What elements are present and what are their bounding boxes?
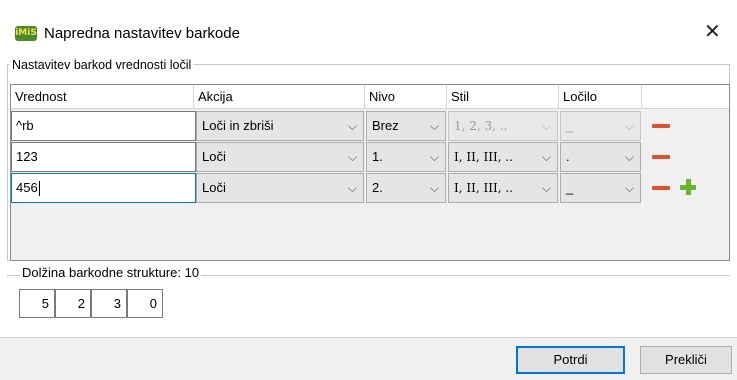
chevron-down-icon: ⌵: [541, 119, 551, 133]
table-row: 456 Loči ⌵ 2. ⌵ I, II, III, .. ⌵ _ ⌵: [11, 171, 729, 203]
chevron-down-icon: ⌵: [624, 181, 634, 195]
app-logo-icon: iMiS: [15, 26, 37, 41]
akcija-select-value: Loči: [202, 180, 226, 195]
length-value-field[interactable]: 2: [55, 289, 91, 318]
dialog-footer: [0, 338, 737, 380]
chevron-down-icon: ⌵: [347, 119, 357, 133]
locilo-select-value: .: [566, 149, 570, 164]
column-header-vrednost[interactable]: Vrednost: [11, 85, 194, 109]
akcija-select[interactable]: Loči ⌵: [196, 142, 364, 172]
remove-row-minus-icon[interactable]: [652, 186, 670, 190]
stil-select-value: I, II, III, ..: [454, 150, 513, 164]
vrednost-input[interactable]: 456: [11, 173, 196, 203]
add-row-plus-icon[interactable]: [680, 179, 696, 195]
chevron-down-icon: ⌵: [347, 150, 357, 164]
locilo-select[interactable]: _ ⌵: [560, 173, 641, 203]
values-group-legend: Nastavitev barkod vrednosti ločil: [10, 58, 194, 72]
akcija-select-value: Loči in zbriši: [202, 118, 274, 133]
cancel-button[interactable]: Prekliči: [640, 346, 732, 374]
window-title: Napredna nastavitev barkode: [44, 25, 240, 42]
akcija-select-value: Loči: [202, 149, 226, 164]
nivo-select[interactable]: Brez ⌵: [366, 111, 446, 141]
chevron-down-icon: ⌵: [429, 119, 439, 133]
chevron-down-icon: ⌵: [429, 181, 439, 195]
separators-grid: Vrednost Akcija Nivo Stil Ločilo ^rb Loč…: [10, 84, 730, 261]
chevron-down-icon: ⌵: [624, 119, 634, 133]
stil-select-value: I, II, III, ..: [454, 181, 513, 195]
chevron-down-icon: ⌵: [347, 181, 357, 195]
close-icon: ✕: [704, 21, 721, 43]
length-label: Dolžina barkodne strukture: 10: [20, 265, 202, 280]
vrednost-input[interactable]: ^rb: [11, 111, 196, 141]
stil-select[interactable]: I, II, III, .. ⌵: [448, 142, 558, 172]
vrednost-input[interactable]: 123: [11, 142, 196, 172]
column-header-stil[interactable]: Stil: [447, 85, 559, 109]
chevron-down-icon: ⌵: [624, 150, 634, 164]
stil-select[interactable]: I, II, III, .. ⌵: [448, 173, 558, 203]
close-button[interactable]: ✕: [704, 16, 737, 48]
akcija-select[interactable]: Loči ⌵: [196, 173, 364, 203]
confirm-button[interactable]: Potrdi: [516, 346, 625, 374]
remove-row-minus-icon[interactable]: [652, 155, 670, 159]
chevron-down-icon: ⌵: [429, 150, 439, 164]
column-header-akcija[interactable]: Akcija: [194, 85, 365, 109]
column-header-locilo[interactable]: Ločilo: [559, 85, 642, 109]
length-value-field[interactable]: 0: [127, 289, 163, 318]
locilo-select: _ ⌵: [560, 111, 641, 141]
stil-select-value: 1, 2, 3, ..: [454, 119, 508, 133]
table-row: 123 Loči ⌵ 1. ⌵ I, II, III, .. ⌵ . ⌵: [11, 140, 729, 172]
column-header-filler: [642, 85, 729, 109]
column-header-nivo[interactable]: Nivo: [365, 85, 447, 109]
chevron-down-icon: ⌵: [541, 181, 551, 195]
title-bar: iMiS Napredna nastavitev barkode ✕: [0, 0, 737, 48]
nivo-select[interactable]: 2. ⌵: [366, 173, 446, 203]
vrednost-input-value: 456: [16, 180, 38, 195]
locilo-select-value: _: [566, 180, 574, 195]
locilo-select-value: _: [566, 118, 574, 133]
chevron-down-icon: ⌵: [541, 150, 551, 164]
remove-row-minus-icon[interactable]: [652, 124, 670, 128]
nivo-select-value: 1.: [372, 149, 383, 164]
text-caret: [38, 181, 40, 197]
length-value-field[interactable]: 3: [91, 289, 127, 318]
length-value-field[interactable]: 5: [19, 289, 55, 318]
akcija-select[interactable]: Loči in zbriši ⌵: [196, 111, 364, 141]
locilo-select[interactable]: . ⌵: [560, 142, 641, 172]
nivo-select[interactable]: 1. ⌵: [366, 142, 446, 172]
stil-select: 1, 2, 3, .. ⌵: [448, 111, 558, 141]
nivo-select-value: Brez: [372, 118, 399, 133]
table-row: ^rb Loči in zbriši ⌵ Brez ⌵ 1, 2, 3, .. …: [11, 109, 729, 141]
nivo-select-value: 2.: [372, 180, 383, 195]
